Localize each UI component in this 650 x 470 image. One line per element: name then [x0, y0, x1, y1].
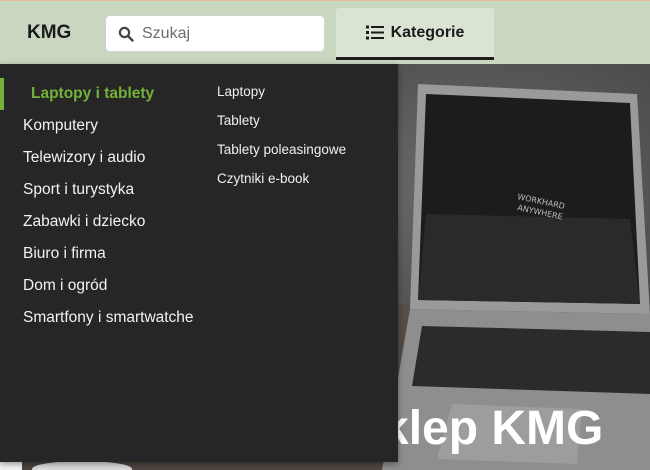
- subcategory-item[interactable]: Tablety: [217, 110, 346, 139]
- category-item[interactable]: Komputery: [0, 110, 200, 142]
- category-item[interactable]: Biuro i firma: [0, 238, 200, 270]
- category-item[interactable]: Dom i ogród: [0, 270, 200, 302]
- categories-button[interactable]: Kategorie: [336, 8, 494, 60]
- top-bar: KMG Kategorie: [0, 0, 650, 64]
- category-item[interactable]: Sport i turystyka: [0, 174, 200, 206]
- search-icon: [118, 26, 134, 42]
- subcategory-list: Laptopy Tablety Tablety poleasingowe Czytni…: [217, 81, 346, 197]
- categories-dropdown: Laptopy i tablety Komputery Telewizory i a…: [0, 64, 398, 462]
- hero-title: klep KMG: [382, 402, 604, 455]
- subcategory-item[interactable]: Laptopy: [217, 81, 346, 110]
- search-input[interactable]: [142, 22, 317, 46]
- list-icon: [365, 25, 384, 40]
- subcategory-item[interactable]: Tablety poleasingowe: [217, 139, 346, 168]
- logo[interactable]: KMG: [27, 22, 71, 44]
- category-list: Laptopy i tablety Komputery Telewizory i a…: [0, 78, 200, 334]
- category-item[interactable]: Smartfony i smartwatche: [0, 302, 200, 334]
- search-box[interactable]: [105, 15, 325, 52]
- category-item[interactable]: Laptopy i tablety: [0, 78, 200, 110]
- category-item[interactable]: Telewizory i audio: [0, 142, 200, 174]
- categories-button-label: Kategorie: [390, 23, 465, 41]
- subcategory-item[interactable]: Czytniki e-book: [217, 168, 346, 197]
- category-item[interactable]: Zabawki i dziecko: [0, 206, 200, 238]
